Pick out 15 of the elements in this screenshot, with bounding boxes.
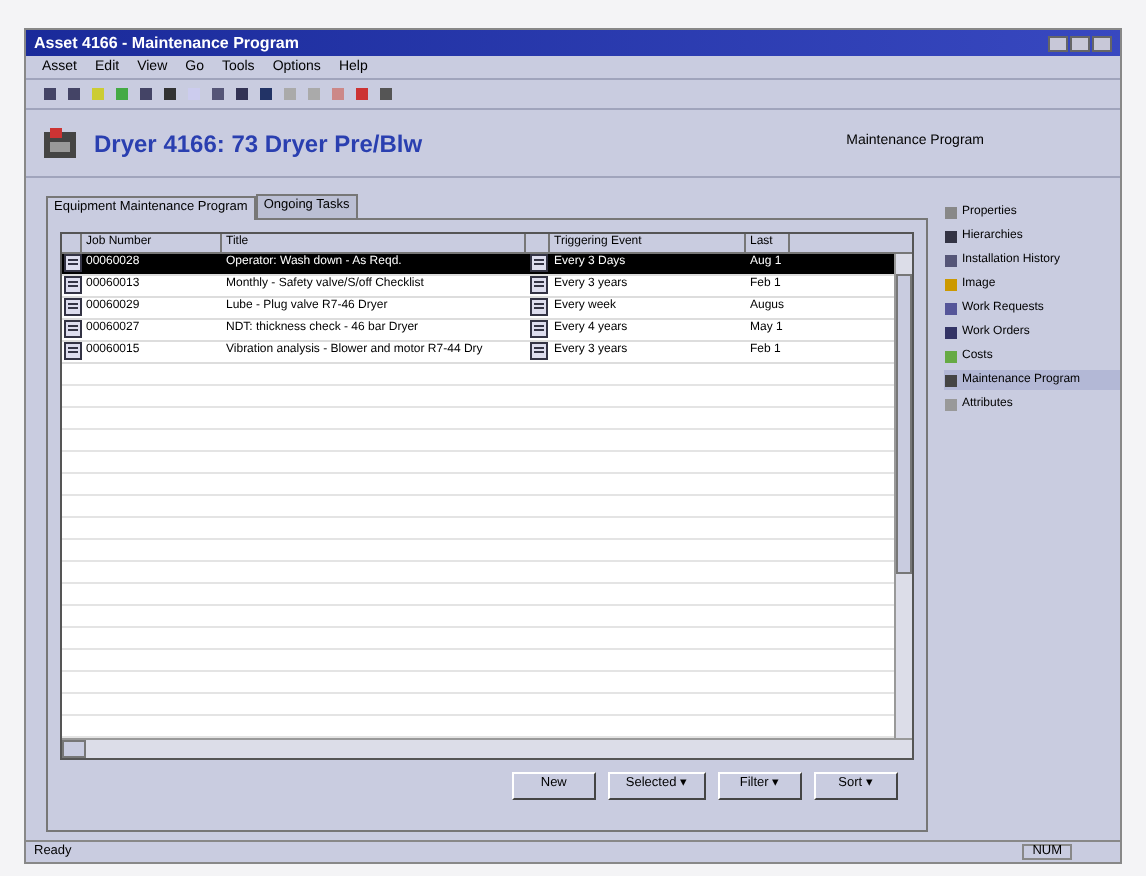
document-icon <box>529 342 547 360</box>
document-icon <box>63 342 81 360</box>
document-icon <box>63 276 81 294</box>
document-icon <box>63 298 81 316</box>
window-title: Asset 4166 - Maintenance Program <box>34 35 299 51</box>
document-icon <box>63 254 81 272</box>
horizontal-scrollbar[interactable] <box>62 737 912 757</box>
document-icon <box>529 254 547 272</box>
document-icon <box>529 276 547 294</box>
asset-heading: Dryer 4166: 73 Dryer Pre/Blw <box>94 127 423 161</box>
document-icon <box>529 298 547 316</box>
vertical-scrollbar[interactable] <box>894 253 912 737</box>
document-icon <box>529 320 547 338</box>
dryer-icon <box>42 125 78 161</box>
document-icon <box>63 320 81 338</box>
